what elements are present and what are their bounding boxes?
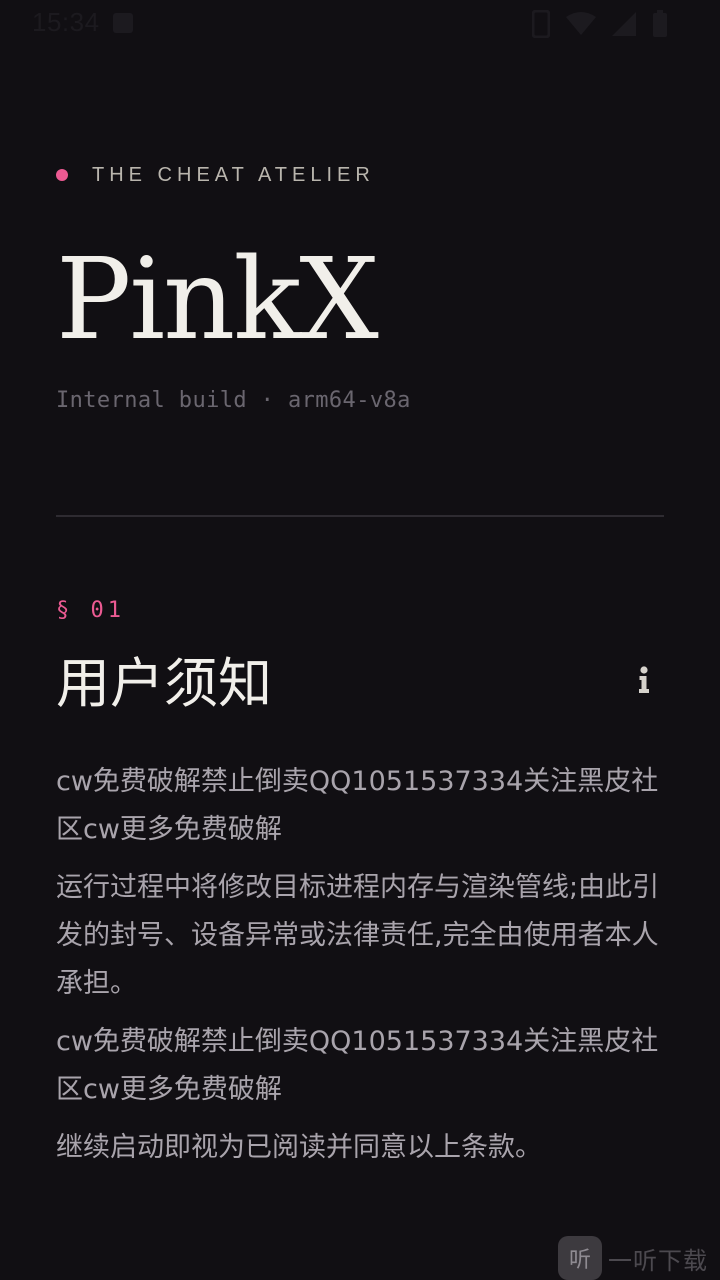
divider <box>56 515 664 517</box>
section-title: 用户须知 <box>56 652 272 715</box>
build-info: Internal build · arm64-v8a <box>56 388 411 413</box>
battery-icon <box>652 10 668 38</box>
phone-icon <box>532 10 550 38</box>
info-icon[interactable] <box>630 664 658 696</box>
notice-paragraph: 运行过程中将修改目标进程内存与渲染管线;由此引发的封号、设备异常或法律责任,完全… <box>56 872 660 999</box>
watermark-logo: 听 <box>558 1236 602 1280</box>
brand-dot <box>56 169 68 181</box>
section-number: § 01 <box>56 598 125 623</box>
notice-paragraph: cw免费破解禁止倒卖QQ1051537334关注黑皮社区cw更多免费破解 <box>56 766 659 845</box>
notice-body: cw免费破解禁止倒卖QQ1051537334关注黑皮社区cw更多免费破解 运行过… <box>56 758 666 1182</box>
app-title: PinkX <box>56 235 379 365</box>
watermark: 听 一听下载 <box>558 1236 708 1280</box>
notice-paragraph: 继续启动即视为已阅读并同意以上条款。 <box>56 1132 542 1163</box>
brand-label: THE CHEAT ATELIER <box>92 163 375 186</box>
signal-icon <box>612 12 636 36</box>
status-bar: 15:34 <box>0 0 720 48</box>
status-icons <box>532 10 668 38</box>
wifi-icon <box>566 12 596 36</box>
notice-paragraph: cw免费破解禁止倒卖QQ1051537334关注黑皮社区cw更多免费破解 <box>56 1026 659 1105</box>
brand-row: THE CHEAT ATELIER <box>56 162 375 188</box>
a-badge-icon <box>113 13 133 33</box>
status-time: 15:34 <box>32 7 100 37</box>
watermark-text: 一听下载 <box>608 1246 708 1275</box>
